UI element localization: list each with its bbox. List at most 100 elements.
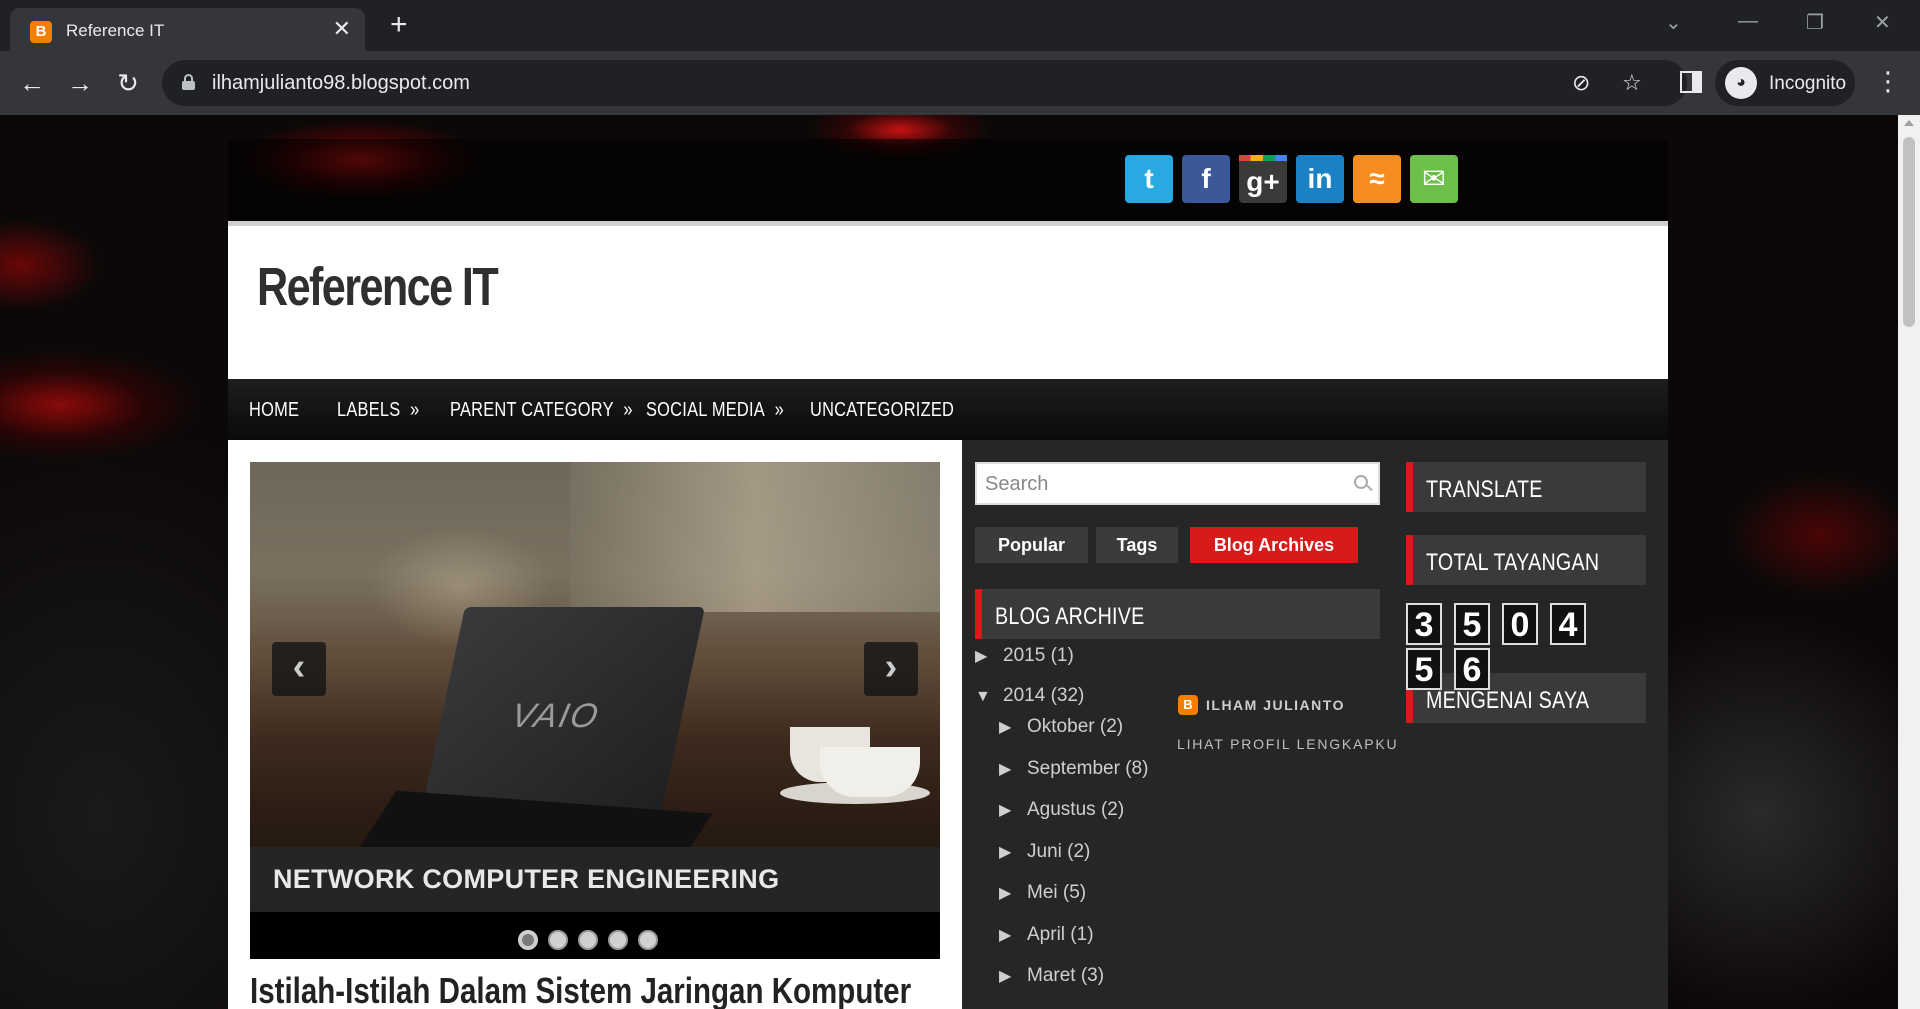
nav-item-uncategorized[interactable]: UNCATEGORIZED xyxy=(810,399,954,422)
nav-item-labels[interactable]: LABELS » xyxy=(337,399,419,422)
slider-next-icon[interactable]: › xyxy=(864,642,918,696)
close-tab-icon[interactable]: ✕ xyxy=(333,18,351,40)
tab-blog-archives[interactable]: Blog Archives xyxy=(1190,527,1358,563)
main-navigation: HOME LABELS » PARENT CATEGORY » SOCIAL M… xyxy=(228,379,1668,440)
tracking-protection-icon[interactable]: ⊘ xyxy=(1572,70,1590,96)
slider-dot[interactable] xyxy=(578,930,598,950)
address-bar[interactable]: ilhamjulianto98.blogspot.com ⊘ ☆ xyxy=(162,60,1687,106)
tab-search-icon[interactable]: ⌄ xyxy=(1665,10,1682,35)
search-box xyxy=(975,462,1380,505)
scrollbar-thumb[interactable] xyxy=(1903,137,1915,327)
browser-menu-icon[interactable]: ⋮ xyxy=(1875,66,1901,97)
slider-dot[interactable] xyxy=(518,930,538,950)
total-views-title: TOTAL TAYANGAN xyxy=(1426,549,1600,576)
new-tab-icon[interactable]: + xyxy=(390,10,408,40)
expand-arrow-icon[interactable]: ▶ xyxy=(975,646,1003,666)
incognito-icon: ◕ xyxy=(1725,67,1757,99)
counter-digit: 6 xyxy=(1454,648,1490,690)
incognito-badge[interactable]: ◕ Incognito xyxy=(1715,60,1855,106)
archive-month-item[interactable]: ▶ Juni (2) xyxy=(999,841,1090,863)
forward-icon[interactable]: → xyxy=(62,65,98,101)
bookmark-star-icon[interactable]: ☆ xyxy=(1622,70,1642,96)
lock-icon[interactable] xyxy=(182,74,195,90)
blog-archive-heading: BLOG ARCHIVE xyxy=(975,589,1380,639)
archive-month-item[interactable]: ▶ Oktober (2) xyxy=(999,716,1123,738)
blog-site: t f g+ in ≈ ✉ Reference IT HOME LABELS » PARE… xyxy=(228,139,1668,1009)
profile-name[interactable]: ILHAM JULIANTO xyxy=(1206,697,1345,713)
facebook-icon[interactable]: f xyxy=(1182,155,1230,203)
search-icon[interactable] xyxy=(1354,475,1368,489)
email-icon[interactable]: ✉ xyxy=(1410,155,1458,203)
archive-year-2014[interactable]: ▼ 2014 (32) xyxy=(975,685,1084,707)
counter-digit: 5 xyxy=(1406,648,1442,690)
close-window-icon[interactable]: ✕ xyxy=(1874,10,1891,35)
slider-dot[interactable] xyxy=(548,930,568,950)
counter-digit: 4 xyxy=(1550,603,1586,645)
main-content: VAIO NETWORK COMPUTER ENGINEERING ‹ › Is… xyxy=(228,440,962,1009)
archive-month-item[interactable]: ▶ Agustus (2) xyxy=(999,799,1124,821)
expand-arrow-icon[interactable]: ▶ xyxy=(999,842,1027,862)
back-icon[interactable]: ← xyxy=(14,65,50,101)
expand-arrow-icon[interactable]: ▶ xyxy=(999,883,1027,903)
sidebar: Popular Tags Blog Archives BLOG ARCHIVE … xyxy=(962,440,1668,1009)
expand-arrow-icon[interactable]: ▶ xyxy=(999,925,1027,945)
counter-digit: 5 xyxy=(1454,603,1490,645)
blogger-favicon-icon: B xyxy=(30,21,52,43)
blog-header: Reference IT xyxy=(228,221,1668,379)
incognito-label: Incognito xyxy=(1769,73,1847,94)
side-panel-icon[interactable] xyxy=(1680,71,1702,93)
laptop-logo: VAIO xyxy=(507,697,604,735)
featured-slider[interactable]: VAIO NETWORK COMPUTER ENGINEERING ‹ › xyxy=(250,462,940,959)
view-full-profile-link[interactable]: LIHAT PROFIL LENGKAPKU xyxy=(1177,736,1398,752)
nav-dropdown-icon: » xyxy=(623,399,633,421)
archive-month-item[interactable]: ▶ September (8) xyxy=(999,758,1148,780)
twitter-icon[interactable]: t xyxy=(1125,155,1173,203)
rss-icon[interactable]: ≈ xyxy=(1353,155,1401,203)
reload-icon[interactable]: ↻ xyxy=(110,65,146,101)
archive-year-2015[interactable]: ▶ 2015 (1) xyxy=(975,645,1074,667)
collapse-arrow-icon[interactable]: ▼ xyxy=(975,688,1003,706)
slider-dot[interactable] xyxy=(608,930,628,950)
about-me-title: MENGENAI SAYA xyxy=(1426,687,1590,714)
page-scrollbar[interactable] xyxy=(1898,115,1920,1009)
linkedin-icon[interactable]: in xyxy=(1296,155,1344,203)
nav-item-home[interactable]: HOME xyxy=(249,399,299,422)
blog-title[interactable]: Reference IT xyxy=(257,256,499,318)
post-title[interactable]: Istilah-Istilah Dalam Sistem Jaringan Ko… xyxy=(250,970,911,1009)
archive-month-item[interactable]: ▶ April (1) xyxy=(999,924,1094,946)
google-plus-icon[interactable]: g+ xyxy=(1239,155,1287,203)
minimize-icon[interactable]: — xyxy=(1738,10,1758,33)
slide-image[interactable]: VAIO NETWORK COMPUTER ENGINEERING xyxy=(250,462,940,912)
translate-heading: TRANSLATE xyxy=(1406,462,1646,512)
tab-title: Reference IT xyxy=(66,21,165,40)
slide-caption[interactable]: NETWORK COMPUTER ENGINEERING xyxy=(250,847,940,912)
archive-month-item[interactable]: ▶ Mei (5) xyxy=(999,882,1086,904)
slider-prev-icon[interactable]: ‹ xyxy=(272,642,326,696)
url-text[interactable]: ilhamjulianto98.blogspot.com xyxy=(212,72,470,95)
search-input[interactable] xyxy=(985,473,1335,495)
slide-caption-text[interactable]: NETWORK COMPUTER ENGINEERING xyxy=(273,864,779,895)
expand-arrow-icon[interactable]: ▶ xyxy=(999,717,1027,737)
expand-arrow-icon[interactable]: ▶ xyxy=(999,800,1027,820)
slider-pagination xyxy=(518,930,668,955)
nav-item-social-media[interactable]: SOCIAL MEDIA » xyxy=(646,399,784,422)
nav-dropdown-icon: » xyxy=(410,399,420,421)
scroll-up-icon[interactable] xyxy=(1904,120,1914,126)
blogger-profile-icon: B xyxy=(1178,695,1198,715)
translate-title: TRANSLATE xyxy=(1426,476,1543,503)
browser-tab[interactable]: B Reference IT ✕ xyxy=(10,8,365,51)
blog-archive-title: BLOG ARCHIVE xyxy=(995,603,1145,630)
counter-digit: 3 xyxy=(1406,603,1442,645)
nav-item-parent-category[interactable]: PARENT CATEGORY » xyxy=(450,399,633,422)
about-me-heading: MENGENAI SAYA xyxy=(1406,673,1646,723)
restore-icon[interactable]: ❐ xyxy=(1806,10,1824,35)
expand-arrow-icon[interactable]: ▶ xyxy=(999,966,1027,986)
tab-popular[interactable]: Popular xyxy=(975,527,1088,563)
browser-toolbar: ← → ↻ ilhamjulianto98.blogspot.com ⊘ ☆ ◕… xyxy=(0,51,1920,115)
archive-month-item[interactable]: ▶ Maret (3) xyxy=(999,965,1104,987)
page-viewport: t f g+ in ≈ ✉ Reference IT HOME LABELS » PARE… xyxy=(0,115,1920,1009)
expand-arrow-icon[interactable]: ▶ xyxy=(999,759,1027,779)
counter-digit: 0 xyxy=(1502,603,1538,645)
slider-dot[interactable] xyxy=(638,930,658,950)
tab-tags[interactable]: Tags xyxy=(1096,527,1178,563)
